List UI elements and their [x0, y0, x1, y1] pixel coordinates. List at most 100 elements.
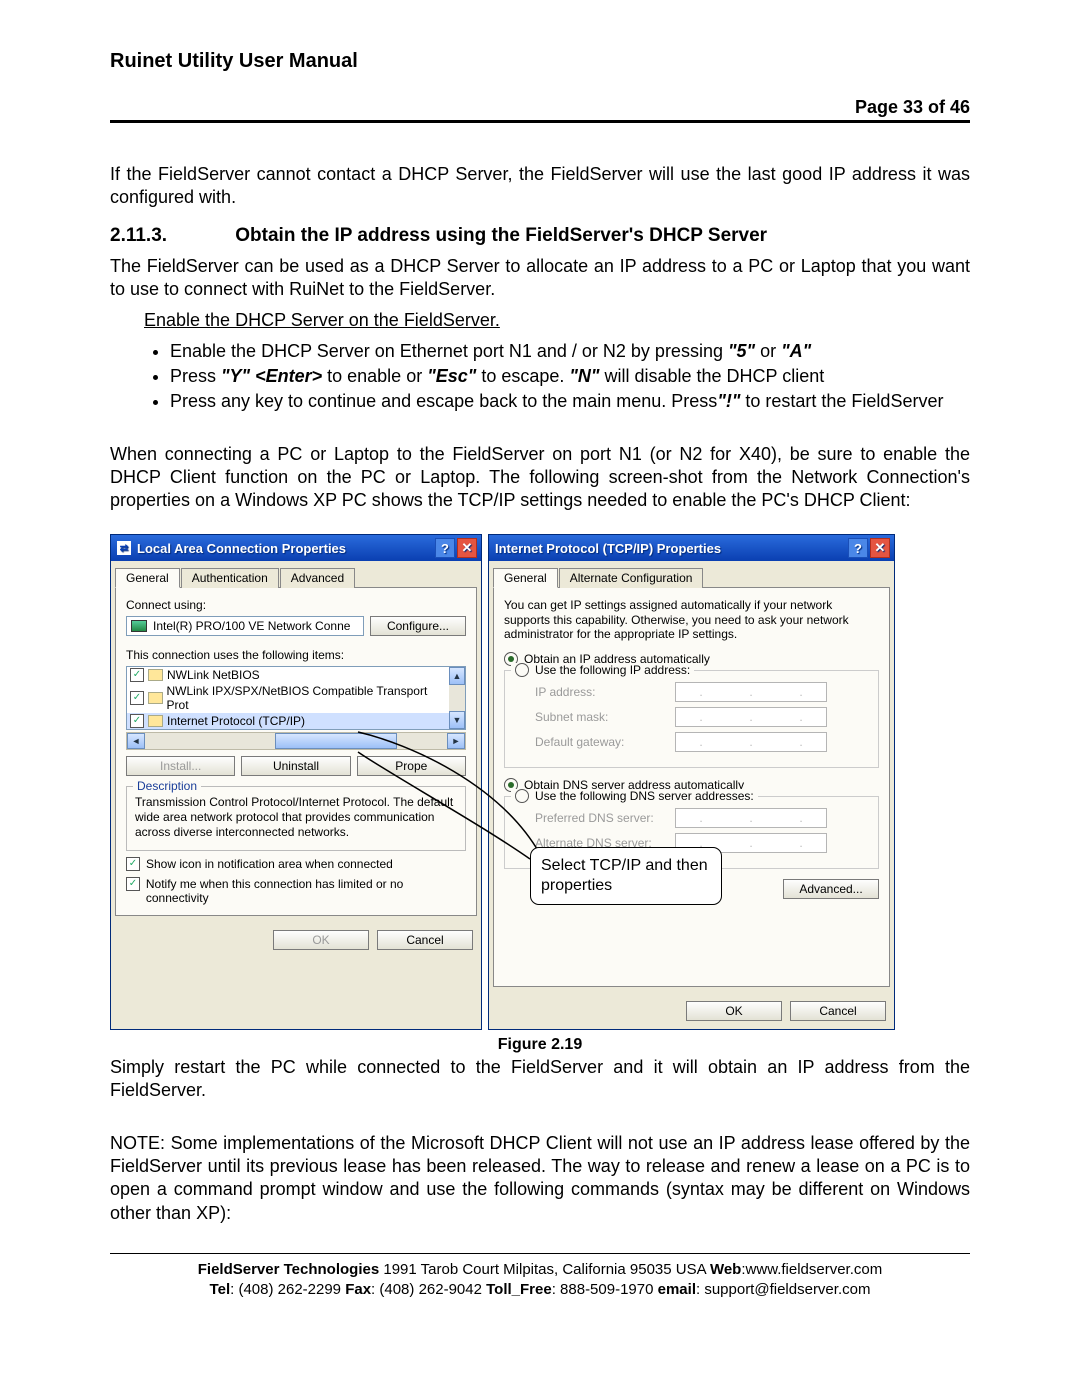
b3-pre: Press any key to continue and escape bac…: [170, 391, 717, 411]
footer-tf-label: Toll_Free: [486, 1281, 552, 1298]
gateway-field[interactable]: ...: [675, 732, 827, 752]
footer-web-label: Web: [710, 1261, 741, 1278]
titlebar-left[interactable]: ⇄ Local Area Connection Properties ? ✕: [111, 535, 481, 561]
page-indicator: Page 33 of 46: [110, 97, 970, 118]
protocol-listbox[interactable]: ✓ NWLink NetBIOS ✓ NWLink IPX/SPX/NetBIO…: [126, 666, 466, 730]
list-item-label: NWLink IPX/SPX/NetBIOS Compatible Transp…: [167, 684, 447, 712]
footer-tf: : 888-509-1970: [552, 1281, 658, 1298]
footer-web: :www.fieldserver.com: [741, 1261, 882, 1278]
scroll-up-icon[interactable]: ▲: [449, 667, 465, 685]
titlebar-right-text: Internet Protocol (TCP/IP) Properties: [495, 541, 721, 556]
radio-icon[interactable]: [515, 663, 529, 677]
help-button[interactable]: ?: [848, 538, 868, 558]
footer-fax: : (408) 262-9042: [371, 1281, 486, 1298]
protocol-icon: [148, 715, 163, 727]
header-divider: [110, 120, 970, 123]
close-button[interactable]: ✕: [870, 538, 890, 558]
bullet-1-text: Enable the DHCP Server on Ethernet port …: [170, 341, 728, 361]
footer-email: : support@fieldserver.com: [696, 1281, 870, 1298]
radio-static-ip[interactable]: Use the following IP address:: [511, 663, 694, 677]
install-button[interactable]: Install...: [126, 756, 235, 776]
doc-title: Ruinet Utility User Manual: [110, 50, 970, 73]
key-Esc: "Esc": [427, 366, 476, 386]
scroll-left-icon[interactable]: ◄: [127, 733, 145, 749]
bullet-1: Enable the DHCP Server on Ethernet port …: [170, 340, 970, 363]
paragraph-4: Simply restart the PC while connected to…: [110, 1056, 970, 1102]
nic-icon: [131, 620, 147, 632]
connection-icon: ⇄: [117, 541, 131, 555]
b2-post: will disable the DHCP client: [599, 366, 824, 386]
list-item-label: Internet Protocol (TCP/IP): [167, 714, 305, 728]
ip-address-field[interactable]: ...: [675, 682, 827, 702]
checkbox-icon[interactable]: ✓: [130, 668, 144, 682]
bullet-3: Press any key to continue and escape bac…: [170, 390, 970, 413]
connect-using-label: Connect using:: [126, 598, 466, 612]
subnet-mask-field[interactable]: ...: [675, 707, 827, 727]
protocol-icon: [148, 692, 163, 704]
paragraph-3: When connecting a PC or Laptop to the Fi…: [110, 443, 970, 512]
section-heading: 2.11.3. Obtain the IP address using the …: [110, 225, 970, 247]
list-item-label: NWLink NetBIOS: [167, 668, 260, 682]
paragraph-2: The FieldServer can be used as a DHCP Se…: [110, 255, 970, 301]
nic-name: Intel(R) PRO/100 VE Network Conne: [153, 619, 350, 633]
tab-general[interactable]: General: [493, 568, 558, 588]
footer: FieldServer Technologies 1991 Tarob Cour…: [110, 1260, 970, 1301]
nic-field[interactable]: Intel(R) PRO/100 VE Network Conne: [126, 616, 364, 636]
tab-advanced[interactable]: Advanced: [280, 568, 355, 588]
tab-authentication[interactable]: Authentication: [181, 568, 279, 588]
cancel-button[interactable]: Cancel: [377, 930, 473, 950]
footer-tel: : (408) 262-2299: [230, 1281, 345, 1298]
titlebar-left-text: Local Area Connection Properties: [137, 541, 346, 556]
tabs-left: General Authentication Advanced: [115, 567, 477, 587]
titlebar-right[interactable]: Internet Protocol (TCP/IP) Properties ? …: [489, 535, 894, 561]
tab-alternate-config[interactable]: Alternate Configuration: [559, 568, 704, 588]
paragraph-1: If the FieldServer cannot contact a DHCP…: [110, 163, 970, 209]
section-title: Obtain the IP address using the FieldSer…: [235, 225, 767, 246]
callout-box: Select TCP/IP and then properties: [530, 847, 722, 905]
bullet-list: Enable the DHCP Server on Ethernet port …: [110, 340, 970, 413]
description-label: Description: [133, 779, 201, 793]
b2-pre: Press: [170, 366, 221, 386]
footer-company: FieldServer Technologies: [198, 1261, 379, 1278]
or-text: or: [755, 341, 781, 361]
cancel-button[interactable]: Cancel: [790, 1001, 886, 1021]
paragraph-5: NOTE: Some implementations of the Micros…: [110, 1132, 970, 1224]
key-excl: "!": [717, 391, 740, 411]
checkbox-icon[interactable]: ✓: [126, 877, 140, 891]
connection-uses-label: This connection uses the following items…: [126, 648, 466, 662]
figure-caption: Figure 2.19: [110, 1036, 970, 1054]
subnet-mask-label: Subnet mask:: [535, 710, 675, 724]
configure-button[interactable]: Configure...: [370, 616, 466, 636]
enable-line: Enable the DHCP Server on the FieldServe…: [144, 309, 970, 332]
bullet-2: Press "Y" <Enter> to enable or "Esc" to …: [170, 365, 970, 388]
help-button[interactable]: ?: [435, 538, 455, 558]
checkbox-icon[interactable]: ✓: [126, 857, 140, 871]
figure: ⇄ Local Area Connection Properties ? ✕ G…: [110, 534, 970, 1030]
tab-general[interactable]: General: [115, 568, 180, 588]
footer-divider: [110, 1253, 970, 1254]
ok-button[interactable]: OK: [686, 1001, 782, 1021]
ok-button[interactable]: OK: [273, 930, 369, 950]
b3-post: to restart the FieldServer: [740, 391, 943, 411]
uninstall-button[interactable]: Uninstall: [241, 756, 350, 776]
checkbox-icon[interactable]: ✓: [130, 714, 144, 728]
info-text: You can get IP settings assigned automat…: [504, 598, 879, 641]
vertical-scrollbar[interactable]: ▲ ▼: [449, 667, 465, 729]
close-button[interactable]: ✕: [457, 538, 477, 558]
key-A: "A": [781, 341, 811, 361]
key-N: "N": [569, 366, 599, 386]
list-item[interactable]: ✓ NWLink NetBIOS: [127, 667, 465, 683]
tabs-right: General Alternate Configuration: [493, 567, 890, 587]
footer-tel-label: Tel: [210, 1281, 231, 1298]
b2-mid2: to escape.: [476, 366, 569, 386]
advanced-button[interactable]: Advanced...: [783, 879, 879, 899]
ip-address-label: IP address:: [535, 685, 675, 699]
footer-address: 1991 Tarob Court Milpitas, California 95…: [379, 1261, 710, 1278]
protocol-icon: [148, 669, 163, 681]
checkbox-icon[interactable]: ✓: [130, 691, 144, 705]
key-Y: "Y" <Enter>: [221, 366, 322, 386]
section-number: 2.11.3.: [110, 225, 230, 247]
radio-static-ip-label: Use the following IP address:: [535, 663, 690, 677]
pdns-field[interactable]: ...: [675, 808, 827, 828]
list-item[interactable]: ✓ NWLink IPX/SPX/NetBIOS Compatible Tran…: [127, 683, 465, 713]
